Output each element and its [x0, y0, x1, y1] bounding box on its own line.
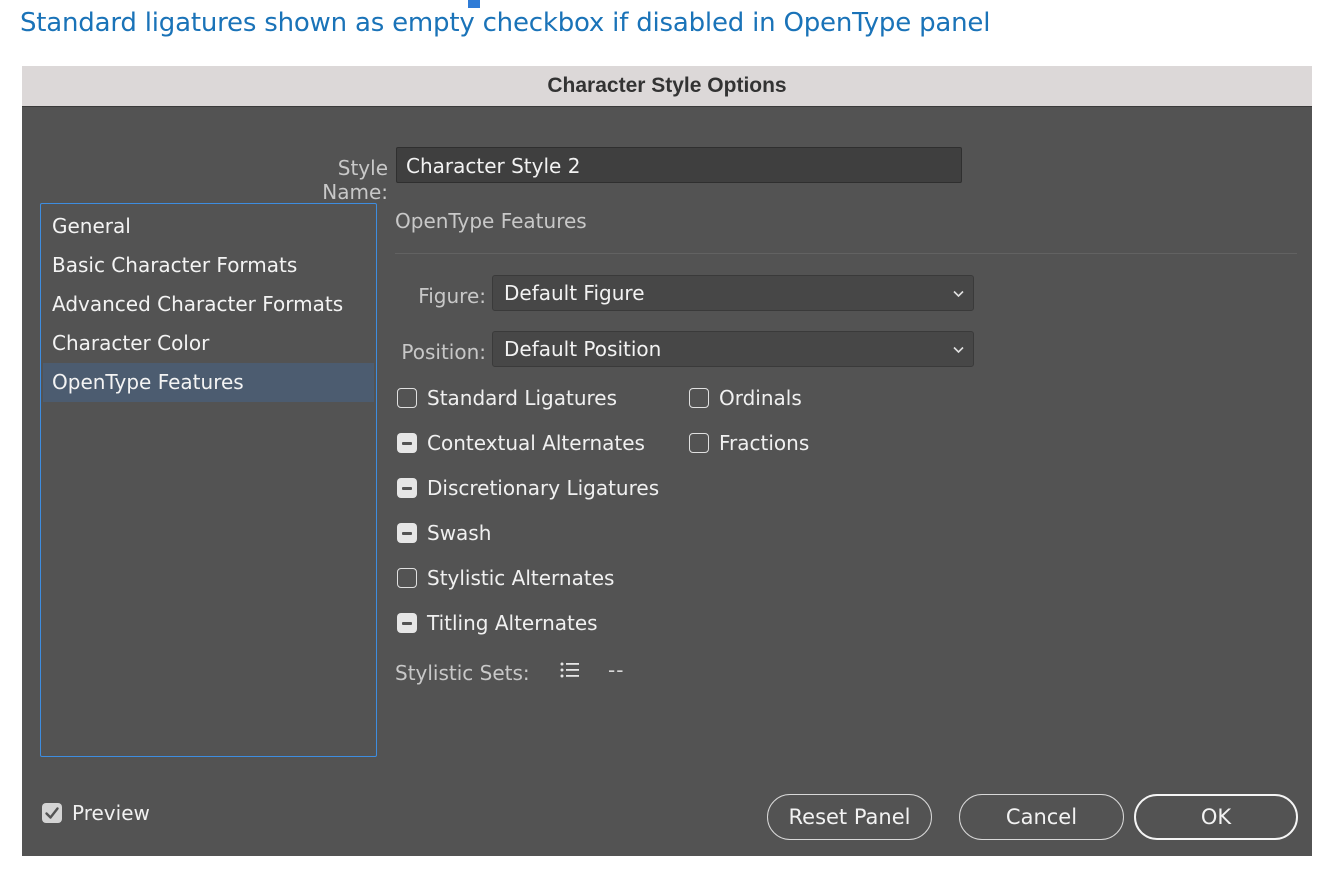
sidebar-item-character-color[interactable]: Character Color [43, 324, 374, 363]
chevron-down-icon [953, 346, 964, 354]
stylistic-alternates-checkbox[interactable]: Stylistic Alternates [397, 565, 614, 591]
section-title: OpenType Features [395, 209, 587, 233]
dialog-titlebar: Character Style Options [22, 66, 1312, 107]
position-select-value: Default Position [504, 337, 662, 361]
checkbox-mixed-icon [397, 433, 417, 453]
discretionary-ligatures-checkbox[interactable]: Discretionary Ligatures [397, 475, 659, 501]
checkbox-label: Titling Alternates [427, 611, 598, 635]
stylistic-sets-label: Stylistic Sets: [395, 661, 530, 685]
sidebar-item-general[interactable]: General [43, 207, 374, 246]
caption-accent-mark [468, 0, 480, 8]
category-list: General Basic Character Formats Advanced… [40, 203, 377, 757]
chevron-down-icon [953, 290, 964, 298]
checkbox-label: Ordinals [719, 386, 802, 410]
ordinals-checkbox[interactable]: Ordinals [689, 385, 802, 411]
figure-label: Figure: [418, 284, 486, 308]
checkbox-label: Standard Ligatures [427, 386, 618, 410]
character-style-options-dialog: Character Style Options Style Name: Char… [22, 66, 1312, 856]
caption-text: Standard ligatures shown as empty checkb… [20, 8, 991, 38]
sidebar-item-basic-character-formats[interactable]: Basic Character Formats [43, 246, 374, 285]
checkbox-label: Discretionary Ligatures [427, 476, 660, 500]
checkbox-label: Swash [427, 521, 492, 545]
style-name-input[interactable]: Character Style 2 [396, 147, 962, 183]
checkbox-mixed-icon [397, 523, 417, 543]
preview-checkbox[interactable]: Preview [42, 800, 150, 826]
stylistic-sets-value: -- [608, 658, 625, 682]
sidebar-item-advanced-character-formats[interactable]: Advanced Character Formats [43, 285, 374, 324]
checkmark-icon [42, 803, 62, 823]
preview-label: Preview [72, 801, 150, 825]
sidebar-item-opentype-features[interactable]: OpenType Features [43, 363, 374, 402]
list-icon[interactable] [559, 660, 581, 680]
section-divider [395, 253, 1297, 254]
figure-select[interactable]: Default Figure [492, 275, 974, 311]
position-label: Position: [401, 340, 486, 364]
checkbox-label: Fractions [719, 431, 810, 455]
contextual-alternates-checkbox[interactable]: Contextual Alternates [397, 430, 645, 456]
checkbox-empty-icon [689, 388, 709, 408]
titling-alternates-checkbox[interactable]: Titling Alternates [397, 610, 598, 636]
ok-button[interactable]: OK [1134, 794, 1298, 840]
checkbox-empty-icon [397, 388, 417, 408]
style-name-label: Style Name: [322, 156, 388, 204]
cancel-button[interactable]: Cancel [959, 794, 1124, 840]
fractions-checkbox[interactable]: Fractions [689, 430, 809, 456]
dialog-title: Character Style Options [547, 74, 787, 97]
checkbox-empty-icon [397, 568, 417, 588]
checkbox-mixed-icon [397, 478, 417, 498]
reset-panel-button[interactable]: Reset Panel [767, 794, 932, 840]
swash-checkbox[interactable]: Swash [397, 520, 491, 546]
checkbox-mixed-icon [397, 613, 417, 633]
checkbox-label: Contextual Alternates [427, 431, 645, 455]
standard-ligatures-checkbox[interactable]: Standard Ligatures [397, 385, 617, 411]
checkbox-label: Stylistic Alternates [427, 566, 615, 590]
position-select[interactable]: Default Position [492, 331, 974, 367]
figure-select-value: Default Figure [504, 281, 645, 305]
checkbox-empty-icon [689, 433, 709, 453]
